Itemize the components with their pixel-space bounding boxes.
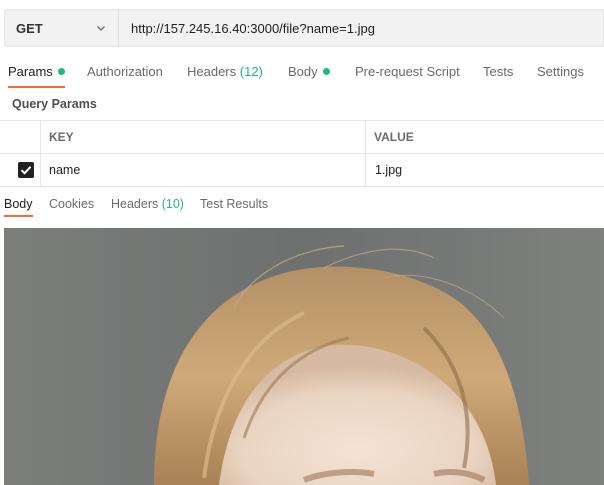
tab-response-headers[interactable]: Headers (10) [111,193,184,217]
tab-count: (10) [161,197,184,211]
param-enabled-checkbox[interactable] [18,162,34,178]
method-select[interactable]: GET [4,9,118,47]
response-image-preview [4,228,604,485]
tab-label: Headers [111,197,159,211]
tab-tests[interactable]: Tests [483,57,513,87]
portrait-photo [4,228,604,485]
tab-label: Pre-request Script [355,64,460,79]
tab-response-cookies[interactable]: Cookies [49,193,94,217]
tab-response-test-results[interactable]: Test Results [200,193,268,217]
param-key-field[interactable]: name [49,154,80,186]
tab-label: Body [4,197,33,211]
tab-label: Body [288,64,318,79]
chevron-down-icon [97,26,105,31]
request-tabs: Params Authorization Headers (12) Body P… [0,57,604,88]
column-header-key: KEY [49,130,74,144]
tab-label: Params [8,64,53,79]
url-input[interactable]: http://157.245.16.40:3000/file?name=1.jp… [119,9,604,47]
tab-label: Headers [187,64,237,79]
query-params-label: Query Params [12,97,97,111]
tab-pre-request-script[interactable]: Pre-request Script [355,57,460,87]
tab-response-body[interactable]: Body [4,193,33,217]
tab-body[interactable]: Body [288,57,330,87]
status-dot-icon [57,68,65,75]
tab-label: Settings [537,64,584,79]
url-text: http://157.245.16.40:3000/file?name=1.jp… [131,20,375,36]
table-header-row: KEY VALUE [0,120,604,153]
tab-params[interactable]: Params [8,57,65,88]
method-label: GET [16,20,43,36]
column-divider [365,121,366,153]
response-tabs: Body Cookies Headers (10) Test Results [0,193,604,219]
column-divider [365,154,366,186]
status-dot-icon [322,68,330,75]
tab-headers[interactable]: Headers (12) [187,57,263,87]
tab-count: (12) [239,64,263,79]
active-tab-indicator [8,86,65,88]
check-icon [20,166,32,175]
active-tab-indicator [4,215,33,217]
tab-label: Test Results [200,197,269,211]
request-url-bar: GET http://157.245.16.40:3000/file?name=… [4,9,604,47]
tab-label: Cookies [49,197,95,211]
param-value-field[interactable]: 1.jpg [375,154,402,186]
tab-settings[interactable]: Settings [537,57,584,87]
table-row: name 1.jpg [0,153,604,187]
column-header-value: VALUE [374,130,414,144]
column-divider [40,154,41,186]
query-params-table: KEY VALUE name 1.jpg [0,120,604,187]
tab-label: Authorization [87,64,163,79]
tab-authorization[interactable]: Authorization [87,57,163,87]
column-divider [40,121,41,153]
tab-label: Tests [483,64,514,79]
